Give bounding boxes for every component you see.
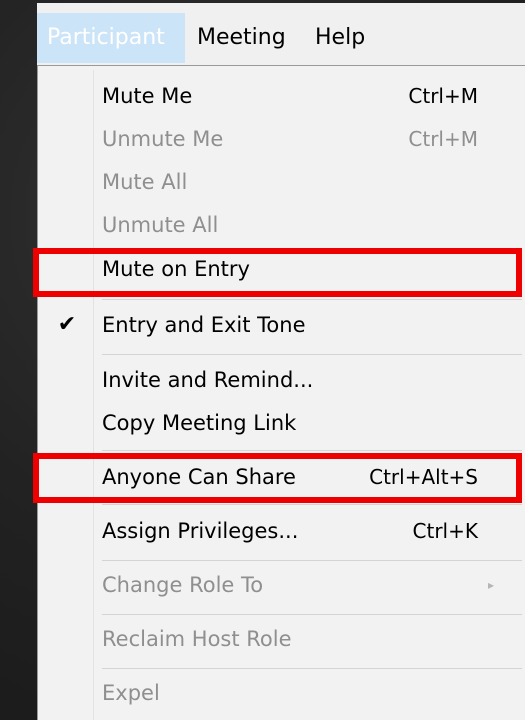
menu-item-unmute-me[interactable]: Unmute Me Ctrl+M xyxy=(102,117,522,161)
menu-help[interactable]: Help xyxy=(305,13,375,63)
menu-bar: Participant Meeting Help xyxy=(37,3,525,65)
assign-privileges-shortcut: Ctrl+K xyxy=(412,519,478,543)
menu-item-assign-privileges[interactable]: Assign Privileges... Ctrl+K xyxy=(102,509,522,553)
menu-participant-label: Participant xyxy=(47,25,165,50)
menu-item-expel[interactable]: Expel xyxy=(102,671,522,715)
reclaim-host-label: Reclaim Host Role xyxy=(102,627,292,651)
chevron-right-icon: ▸ xyxy=(487,578,494,592)
menu-item-mute-me[interactable]: Mute Me Ctrl+M xyxy=(102,74,522,118)
mute-all-label: Mute All xyxy=(102,170,188,194)
copy-link-label: Copy Meeting Link xyxy=(102,411,297,435)
menu-separator xyxy=(102,560,522,561)
menu-separator xyxy=(102,614,522,615)
menu-participant[interactable]: Participant xyxy=(37,13,185,63)
menu-help-label: Help xyxy=(315,25,366,50)
menu-separator xyxy=(102,299,522,300)
menu-item-copy-link[interactable]: Copy Meeting Link xyxy=(102,401,522,445)
menu-item-mute-all[interactable]: Mute All xyxy=(102,160,522,204)
participant-dropdown-menu: Mute Me Ctrl+M Unmute Me Ctrl+M Mute All… xyxy=(37,65,525,720)
mute-me-shortcut: Ctrl+M xyxy=(408,84,478,108)
menu-item-unmute-all[interactable]: Unmute All xyxy=(102,203,522,247)
checkmark-icon: ✔ xyxy=(57,312,77,337)
menu-separator xyxy=(102,504,522,505)
icon-column-divider xyxy=(93,70,94,720)
unmute-all-label: Unmute All xyxy=(102,213,219,237)
highlight-box-mute-on-entry xyxy=(33,248,522,297)
menu-item-change-role[interactable]: Change Role To ▸ xyxy=(102,563,522,607)
mute-me-label: Mute Me xyxy=(102,84,193,108)
menu-separator xyxy=(102,450,522,451)
unmute-me-label: Unmute Me xyxy=(102,127,224,151)
menu-icon-column xyxy=(38,66,93,720)
expel-label: Expel xyxy=(102,681,160,705)
menu-item-entry-exit-tone[interactable]: Entry and Exit Tone xyxy=(102,303,522,347)
menu-item-invite-remind[interactable]: Invite and Remind... xyxy=(102,358,522,402)
menu-item-reclaim-host[interactable]: Reclaim Host Role xyxy=(102,617,522,661)
assign-privileges-label: Assign Privileges... xyxy=(102,519,299,543)
menu-meeting[interactable]: Meeting xyxy=(187,13,303,63)
highlight-box-anyone-can-share xyxy=(33,453,522,503)
menu-meeting-label: Meeting xyxy=(197,25,286,50)
entry-exit-tone-label: Entry and Exit Tone xyxy=(102,313,306,337)
change-role-label: Change Role To xyxy=(102,573,264,597)
menu-separator xyxy=(102,354,522,355)
menu-separator xyxy=(102,668,522,669)
invite-remind-label: Invite and Remind... xyxy=(102,368,314,392)
unmute-me-shortcut: Ctrl+M xyxy=(408,127,478,151)
